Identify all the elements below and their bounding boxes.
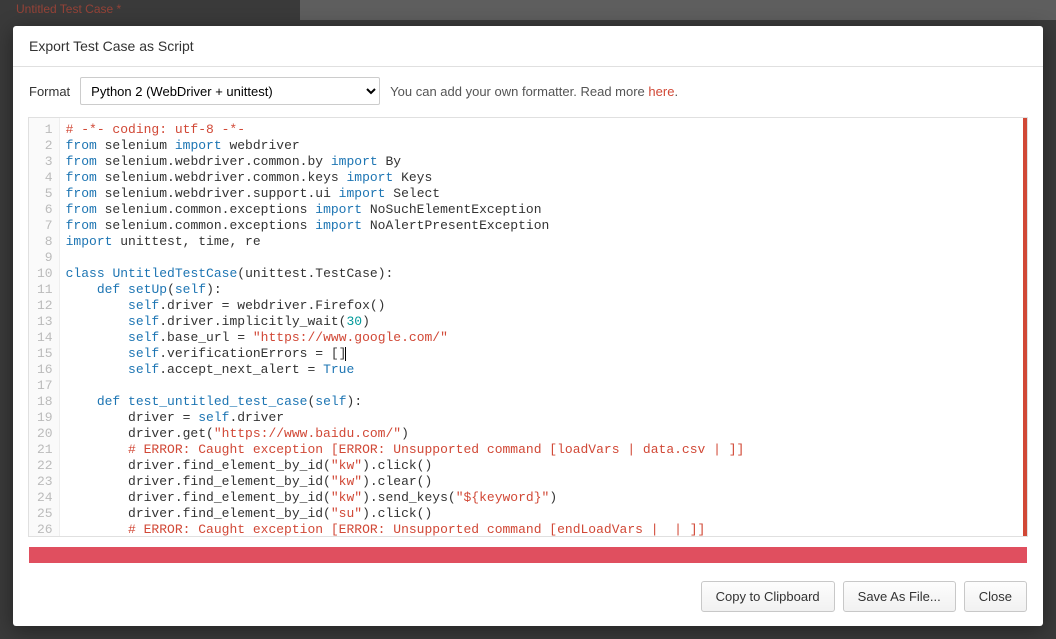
code-line[interactable]: from selenium.common.exceptions import N… [66,218,1021,234]
code-line[interactable]: # -*- coding: utf-8 -*- [66,122,1021,138]
export-modal: Export Test Case as Script Format Python… [13,26,1043,626]
background-title: Untitled Test Case * [16,2,121,16]
line-number: 13 [37,314,53,330]
code-line[interactable]: def setUp(self): [66,282,1021,298]
code-line[interactable]: driver.find_element_by_id("kw").click() [66,458,1021,474]
format-hint: You can add your own formatter. Read mor… [390,84,678,99]
line-number: 3 [37,154,53,170]
code-line[interactable]: from selenium import webdriver [66,138,1021,154]
close-button[interactable]: Close [964,581,1027,612]
line-number: 23 [37,474,53,490]
text-cursor [345,347,346,361]
code-line[interactable]: # ERROR: Caught exception [ERROR: Unsupp… [66,522,1021,536]
code-line[interactable]: self.accept_next_alert = True [66,362,1021,378]
line-number: 5 [37,186,53,202]
line-number: 2 [37,138,53,154]
line-number: 1 [37,122,53,138]
line-number: 15 [37,346,53,362]
code-line[interactable]: driver.find_element_by_id("su").click() [66,506,1021,522]
format-hint-prefix: You can add your own formatter. Read mor… [390,84,648,99]
modal-footer: Copy to Clipboard Save As File... Close [13,573,1043,626]
status-bar [29,547,1027,563]
code-editor[interactable]: 1234567891011121314151617181920212223242… [28,117,1028,537]
line-number: 19 [37,410,53,426]
line-number: 24 [37,490,53,506]
code-line[interactable]: driver.find_element_by_id("kw").clear() [66,474,1021,490]
line-number: 9 [37,250,53,266]
line-number: 14 [37,330,53,346]
format-hint-link[interactable]: here [648,84,674,99]
code-line[interactable]: self.driver = webdriver.Firefox() [66,298,1021,314]
code-line[interactable]: driver.get("https://www.baidu.com/") [66,426,1021,442]
format-toolbar: Format Python 2 (WebDriver + unittest) Y… [13,67,1043,117]
line-number: 12 [37,298,53,314]
code-line[interactable]: from selenium.webdriver.support.ui impor… [66,186,1021,202]
background-panel [300,0,1056,20]
code-line[interactable]: driver.find_element_by_id("kw").send_key… [66,490,1021,506]
line-number: 8 [37,234,53,250]
line-number: 11 [37,282,53,298]
save-as-file-button[interactable]: Save As File... [843,581,956,612]
line-number: 18 [37,394,53,410]
code-line[interactable]: import unittest, time, re [66,234,1021,250]
code-line[interactable]: from selenium.webdriver.common.by import… [66,154,1021,170]
line-number: 20 [37,426,53,442]
code-scrollbar-indicator[interactable] [1023,118,1027,536]
code-line[interactable] [66,378,1021,394]
line-number: 6 [37,202,53,218]
line-number: 22 [37,458,53,474]
line-number: 25 [37,506,53,522]
code-line[interactable]: # ERROR: Caught exception [ERROR: Unsupp… [66,442,1021,458]
line-number: 4 [37,170,53,186]
code-line[interactable]: self.base_url = "https://www.google.com/… [66,330,1021,346]
format-label: Format [29,84,70,99]
code-line[interactable]: def test_untitled_test_case(self): [66,394,1021,410]
line-number: 26 [37,522,53,537]
line-number: 10 [37,266,53,282]
copy-to-clipboard-button[interactable]: Copy to Clipboard [701,581,835,612]
code-line[interactable]: self.verificationErrors = [] [66,346,1021,362]
code-line[interactable]: from selenium.common.exceptions import N… [66,202,1021,218]
code-gutter: 1234567891011121314151617181920212223242… [29,118,60,536]
code-content[interactable]: # -*- coding: utf-8 -*-from selenium imp… [60,118,1027,536]
modal-title: Export Test Case as Script [13,26,1043,67]
line-number: 21 [37,442,53,458]
line-number: 17 [37,378,53,394]
code-line[interactable] [66,250,1021,266]
format-hint-suffix: . [674,84,678,99]
format-select[interactable]: Python 2 (WebDriver + unittest) [80,77,380,105]
line-number: 16 [37,362,53,378]
code-line[interactable]: driver = self.driver [66,410,1021,426]
code-line[interactable]: self.driver.implicitly_wait(30) [66,314,1021,330]
line-number: 7 [37,218,53,234]
code-line[interactable]: class UntitledTestCase(unittest.TestCase… [66,266,1021,282]
code-line[interactable]: from selenium.webdriver.common.keys impo… [66,170,1021,186]
